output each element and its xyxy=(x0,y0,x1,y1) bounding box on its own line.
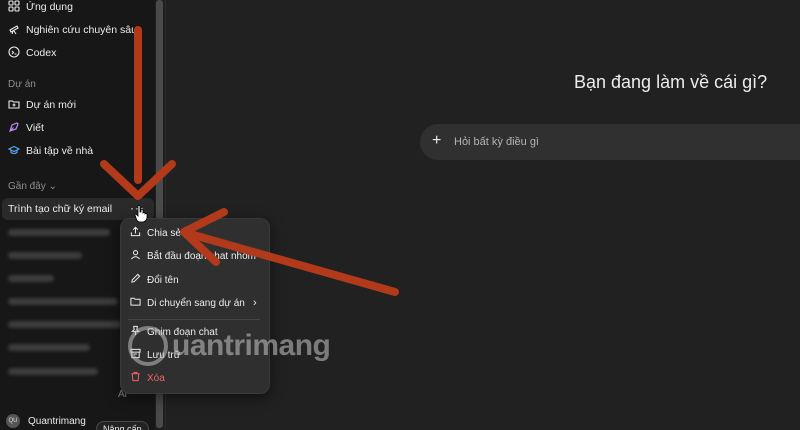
sidebar-item-label: Ứng dụng xyxy=(26,1,73,13)
sidebar-item-label: Codex xyxy=(26,47,57,59)
chevron-down-icon: ⌄ xyxy=(48,181,57,192)
add-attachment-button[interactable]: + xyxy=(432,133,441,149)
projects-section-label: Dự án xyxy=(8,79,36,90)
pencil-icon xyxy=(130,273,141,287)
list-item[interactable] xyxy=(8,229,110,236)
list-item[interactable] xyxy=(8,321,122,328)
codex-icon xyxy=(8,45,20,61)
sidebar-item-write[interactable]: Viết xyxy=(8,118,44,138)
list-item[interactable] xyxy=(8,344,90,351)
person-icon xyxy=(130,249,141,263)
menu-item-group-chat[interactable]: Bắt đầu đoạn chat nhóm xyxy=(130,248,256,264)
graduation-cap-icon xyxy=(7,144,21,159)
list-item[interactable] xyxy=(8,368,98,375)
user-profile[interactable]: QU Quantrimang xyxy=(6,414,86,428)
prompt-placeholder: Hỏi bất kỳ điều gì xyxy=(454,136,539,148)
menu-item-label: Đổi tên xyxy=(147,274,179,286)
telescope-icon xyxy=(8,23,20,38)
apps-grid-icon xyxy=(8,0,20,15)
pen-nib-icon xyxy=(8,121,20,136)
watermark-logo: uantrimang xyxy=(128,326,331,366)
menu-item-label: Bắt đầu đoạn chat nhóm xyxy=(147,250,256,262)
menu-item-label: Di chuyển sang dự án xyxy=(147,297,245,309)
recent-chat-title: Trình tạo chữ ký email xyxy=(8,203,113,215)
menu-item-delete[interactable]: Xóa xyxy=(130,370,165,386)
page-title: Bạn đang làm về cái gì? xyxy=(574,72,768,92)
sidebar-item-codex[interactable]: Codex xyxy=(8,43,56,63)
menu-item-share[interactable]: Chia sẻ xyxy=(130,225,181,241)
share-icon xyxy=(130,226,141,240)
watermark-q-icon xyxy=(128,326,168,366)
sidebar-item-deep-research[interactable]: Nghiên cứu chuyên sâu xyxy=(8,20,137,40)
menu-item-rename[interactable]: Đổi tên xyxy=(130,272,179,288)
sidebar-item-label: Dự án mới xyxy=(26,99,77,111)
menu-item-move-to-project[interactable]: Di chuyển sang dự án xyxy=(130,295,245,311)
menu-item-label: Chia sẻ xyxy=(147,227,181,239)
trash-icon xyxy=(130,371,141,385)
sidebar-item-label: Bài tập về nhà xyxy=(26,145,94,157)
sidebar-item-new-project[interactable]: Dự án mới xyxy=(8,95,76,115)
sidebar-item-label: Nghiên cứu chuyên sâu xyxy=(26,24,137,36)
folder-icon xyxy=(130,296,141,310)
sidebar-item-homework[interactable]: Bài tập về nhà xyxy=(7,141,94,161)
hand-cursor-icon xyxy=(134,205,148,226)
recent-section-label[interactable]: Gần đây ⌄ xyxy=(8,181,57,192)
list-item[interactable] xyxy=(8,252,82,259)
avatar: QU xyxy=(6,414,20,428)
menu-divider xyxy=(128,319,260,320)
new-folder-icon xyxy=(8,98,20,113)
sidebar-item-label: Viết xyxy=(26,122,44,134)
upgrade-button[interactable]: Nâng cấp xyxy=(96,421,149,430)
watermark-text: uantrimang xyxy=(172,329,331,362)
list-item[interactable] xyxy=(8,298,118,305)
username: Quantrimang xyxy=(28,415,86,427)
list-item[interactable] xyxy=(8,275,54,282)
chevron-right-icon: › xyxy=(253,297,257,309)
sidebar-item-apps[interactable]: Ứng dụng xyxy=(8,0,73,17)
menu-item-label: Xóa xyxy=(147,372,165,384)
